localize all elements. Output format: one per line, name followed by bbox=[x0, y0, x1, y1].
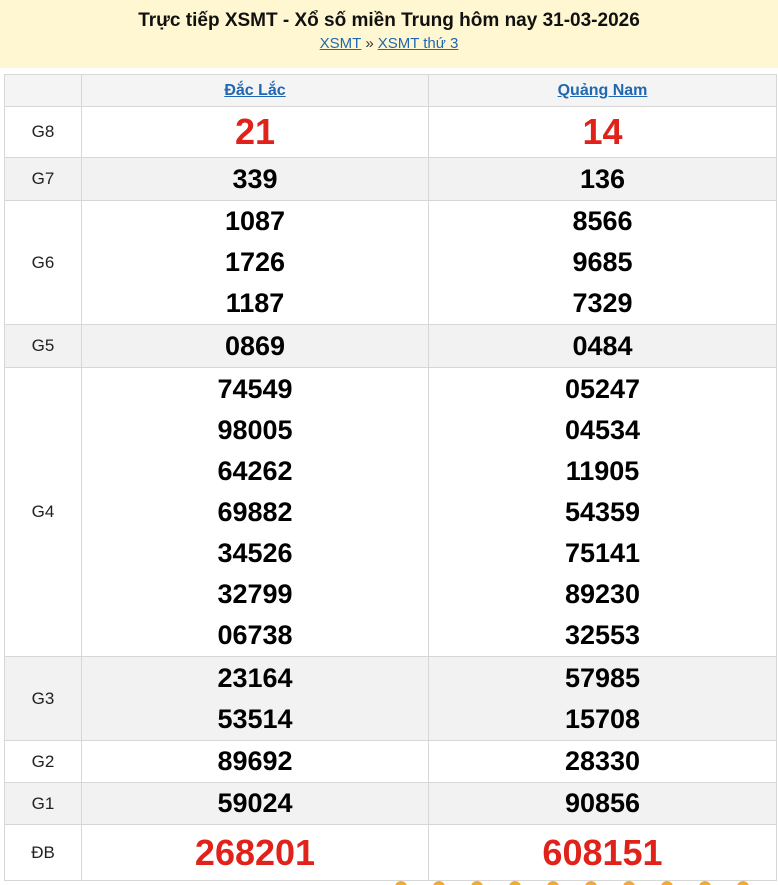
dot-icon bbox=[699, 881, 711, 885]
prize-label: ĐB bbox=[4, 824, 82, 881]
prize-cell: 0869 bbox=[81, 324, 429, 368]
prize-number: 136 bbox=[579, 163, 626, 194]
prize-number: 1087 bbox=[224, 206, 286, 236]
prize-number: 268201 bbox=[194, 831, 316, 873]
prize-cell: 89692 bbox=[81, 740, 429, 783]
prize-number: 34526 bbox=[217, 537, 293, 568]
prize-cell: 1087 1726 1187 bbox=[81, 200, 429, 325]
prize-row-g1: G1 59024 90856 bbox=[4, 782, 777, 825]
prize-number: 21 bbox=[234, 111, 276, 152]
prize-cell: 0484 bbox=[428, 324, 777, 368]
prize-cell: 21 bbox=[81, 106, 429, 158]
breadcrumb: XSMT» XSMT thứ 3 bbox=[0, 34, 778, 54]
prize-number: 69882 bbox=[217, 496, 293, 527]
dot-icon bbox=[547, 881, 559, 885]
prize-number: 90856 bbox=[564, 788, 641, 818]
prize-number: 608151 bbox=[542, 831, 663, 873]
prize-number: 54359 bbox=[564, 496, 641, 527]
prize-label: G2 bbox=[4, 740, 82, 783]
prize-number: 1726 bbox=[224, 247, 286, 277]
breadcrumb-home-link[interactable]: XSMT bbox=[320, 35, 362, 52]
prize-number: 89230 bbox=[564, 578, 641, 609]
prize-number: 28330 bbox=[564, 746, 641, 776]
province-link-1[interactable]: Đắc Lắc bbox=[224, 82, 285, 99]
dot-icon bbox=[661, 881, 673, 885]
prize-label: G8 bbox=[4, 106, 82, 158]
page-title: Trực tiếp XSMT - Xổ số miền Trung hôm na… bbox=[138, 10, 640, 31]
prize-cell: 90856 bbox=[428, 782, 777, 825]
prize-number: 11905 bbox=[565, 455, 640, 486]
prize-number: 15708 bbox=[564, 703, 641, 734]
prize-cell: 23164 53514 bbox=[81, 656, 429, 741]
prize-number: 0869 bbox=[224, 330, 286, 361]
prize-number: 7329 bbox=[572, 288, 633, 318]
prize-number: 06738 bbox=[217, 619, 293, 650]
prize-number: 75141 bbox=[564, 537, 641, 568]
dot-icon bbox=[433, 881, 445, 885]
prize-row-g3: G3 23164 53514 57985 15708 bbox=[4, 656, 777, 741]
dot-icon bbox=[471, 881, 483, 885]
loading-dots bbox=[395, 880, 775, 885]
prize-row-g8: G8 21 14 bbox=[4, 106, 777, 158]
prize-number: 32553 bbox=[564, 619, 641, 650]
prize-cell: 339 bbox=[81, 157, 429, 201]
prize-label: G5 bbox=[4, 324, 82, 368]
prize-number: 53514 bbox=[217, 703, 293, 734]
prize-cell: 608151 bbox=[428, 824, 777, 881]
header-empty-cell bbox=[4, 74, 82, 107]
prize-cell: 268201 bbox=[81, 824, 429, 881]
prize-label: G4 bbox=[4, 367, 82, 657]
prize-number: 0484 bbox=[572, 330, 633, 361]
prize-number: 339 bbox=[232, 163, 278, 194]
prize-number: 8566 bbox=[572, 206, 633, 236]
dot-icon bbox=[585, 881, 597, 885]
breadcrumb-separator: » bbox=[365, 35, 374, 52]
breadcrumb-current-link[interactable]: XSMT thứ 3 bbox=[378, 35, 459, 52]
prize-label: G7 bbox=[4, 157, 82, 201]
prize-cell: 74549 98005 64262 69882 34526 32799 0673… bbox=[81, 367, 429, 657]
prize-row-db: ĐB 268201 608151 bbox=[4, 824, 777, 881]
prize-cell: 8566 9685 7329 bbox=[428, 200, 777, 325]
prize-cell: 57985 15708 bbox=[428, 656, 777, 741]
prize-number: 23164 bbox=[217, 662, 293, 693]
prize-row-g7: G7 339 136 bbox=[4, 157, 777, 201]
prize-number: 74549 bbox=[217, 373, 293, 404]
province-header-2: Quảng Nam bbox=[428, 74, 777, 107]
prize-row-g4: G4 74549 98005 64262 69882 34526 32799 0… bbox=[4, 367, 777, 657]
prize-number: 9685 bbox=[572, 247, 633, 277]
prize-number: 98005 bbox=[217, 414, 293, 445]
dot-icon bbox=[623, 881, 635, 885]
page-header: Trực tiếp XSMT - Xổ số miền Trung hôm na… bbox=[0, 0, 778, 68]
prize-number: 32799 bbox=[217, 578, 293, 609]
prize-cell: 05247 04534 11905 54359 75141 89230 3255… bbox=[428, 367, 777, 657]
prize-cell: 14 bbox=[428, 106, 777, 158]
prize-number: 57985 bbox=[564, 662, 641, 693]
prize-cell: 59024 bbox=[81, 782, 429, 825]
prize-number: 04534 bbox=[564, 414, 641, 445]
province-link-2[interactable]: Quảng Nam bbox=[558, 82, 648, 99]
prize-number: 1187 bbox=[225, 288, 285, 318]
prize-label: G3 bbox=[4, 656, 82, 741]
province-header-1: Đắc Lắc bbox=[81, 74, 429, 107]
prize-number: 89692 bbox=[217, 746, 293, 776]
prize-label: G6 bbox=[4, 200, 82, 325]
prize-number: 59024 bbox=[217, 788, 293, 818]
table-header-row: Đắc Lắc Quảng Nam bbox=[4, 74, 777, 107]
results-table: Đắc Lắc Quảng Nam G8 21 14 G7 339 136 G6… bbox=[4, 74, 777, 881]
prize-row-g6: G6 1087 1726 1187 8566 9685 7329 bbox=[4, 200, 777, 325]
dot-icon bbox=[737, 881, 749, 885]
prize-number: 14 bbox=[582, 111, 623, 152]
prize-cell: 28330 bbox=[428, 740, 777, 783]
prize-number: 64262 bbox=[217, 455, 293, 486]
dot-icon bbox=[509, 881, 521, 885]
prize-cell: 136 bbox=[428, 157, 777, 201]
prize-row-g5: G5 0869 0484 bbox=[4, 324, 777, 368]
prize-row-g2: G2 89692 28330 bbox=[4, 740, 777, 783]
prize-label: G1 bbox=[4, 782, 82, 825]
prize-number: 05247 bbox=[564, 373, 641, 404]
dot-icon bbox=[395, 881, 407, 885]
